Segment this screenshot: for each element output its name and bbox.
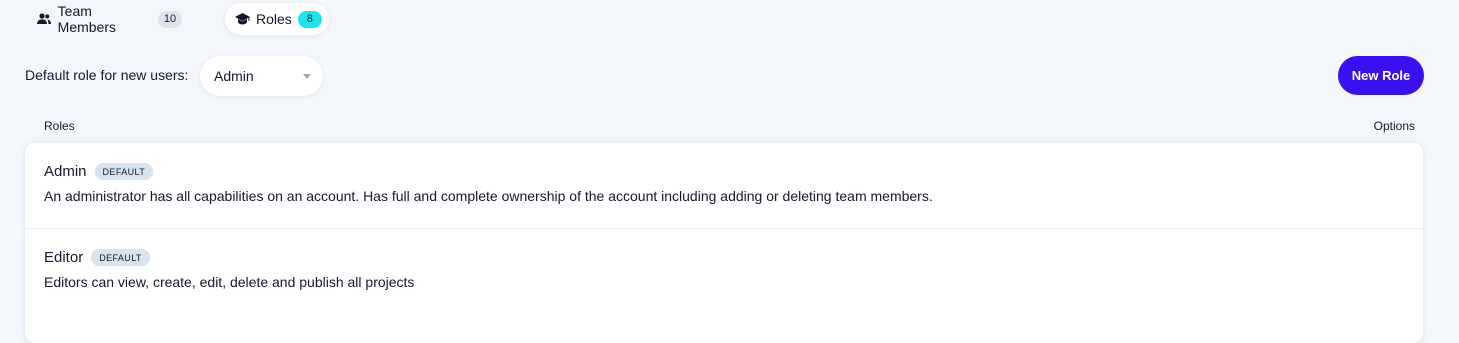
default-role-select[interactable]: Admin	[200, 56, 323, 96]
tab-bar: Team Members 10 Roles 8	[24, 3, 329, 35]
default-role-label: Default role for new users:	[25, 67, 189, 83]
new-role-button[interactable]: New Role	[1338, 56, 1424, 95]
role-name: Editor	[44, 249, 84, 266]
role-name: Admin	[44, 163, 87, 180]
default-badge: DEFAULT	[91, 249, 150, 266]
column-header-roles: Roles	[44, 119, 75, 133]
users-icon	[36, 11, 52, 27]
role-description: Editors can view, create, edit, delete a…	[44, 274, 415, 290]
tab-label: Roles	[256, 11, 292, 27]
role-row[interactable]: Editor DEFAULT Editors can view, create,…	[25, 228, 1423, 313]
default-role-value: Admin	[214, 68, 254, 84]
tab-label: Team Members	[57, 3, 117, 35]
tab-roles[interactable]: Roles 8	[225, 3, 329, 35]
roles-list: Admin DEFAULT An administrator has all c…	[25, 143, 1423, 343]
graduation-cap-icon	[235, 11, 250, 27]
default-badge: DEFAULT	[94, 163, 154, 180]
tab-team-members[interactable]: Team Members 10	[24, 3, 194, 35]
role-row[interactable]: Admin DEFAULT An administrator has all c…	[25, 143, 1423, 228]
role-description: An administrator has all capabilities on…	[44, 188, 933, 204]
column-header-options: Options	[1373, 119, 1415, 133]
tab-count-badge: 8	[297, 10, 322, 28]
chevron-down-icon	[303, 74, 311, 79]
tab-count-badge: 10	[158, 10, 182, 28]
